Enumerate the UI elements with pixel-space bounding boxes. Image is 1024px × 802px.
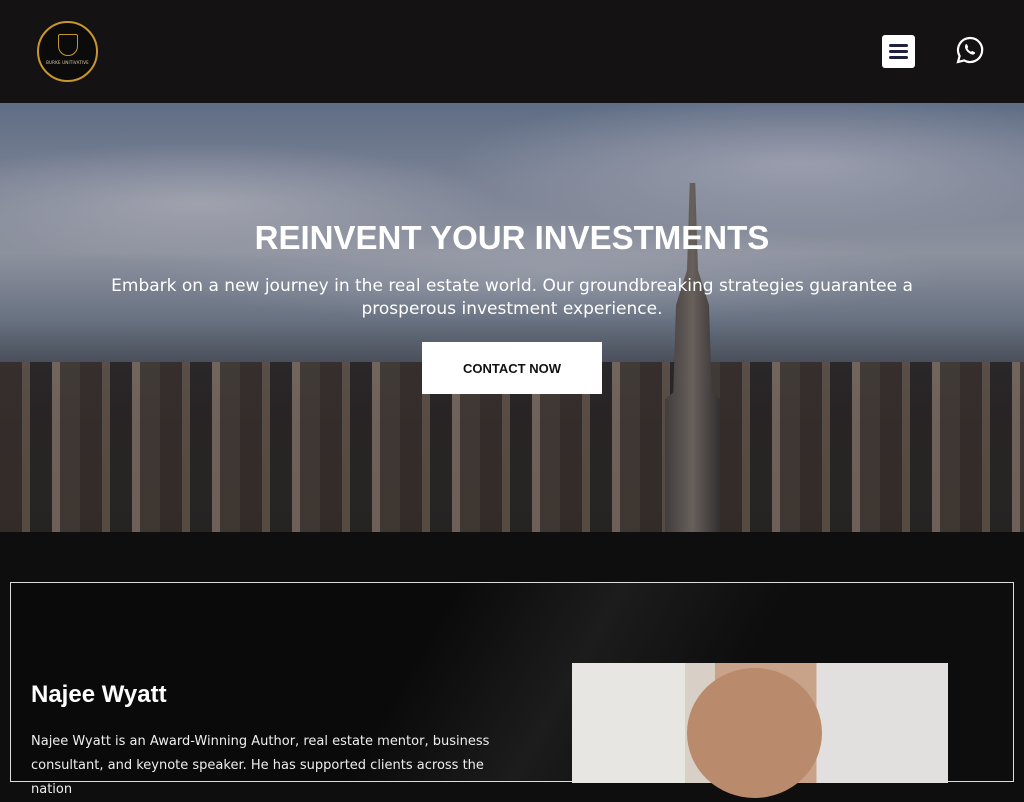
crest-icon <box>57 34 78 56</box>
logo[interactable]: BURKE UNITIVATIVE <box>37 21 98 82</box>
menu-button[interactable] <box>882 35 915 68</box>
about-bio: Najee Wyatt is an Award-Winning Author, … <box>31 734 490 797</box>
logo-text: BURKE UNITIVATIVE <box>46 60 89 65</box>
whatsapp-icon[interactable] <box>955 35 985 65</box>
portrait <box>687 668 822 798</box>
about-name: Najee Wyatt <box>31 681 167 708</box>
hamburger-line <box>889 50 908 53</box>
hamburger-icon <box>889 44 908 47</box>
hero-subtitle: Embark on a new journey in the real esta… <box>111 276 913 319</box>
site-header: BURKE UNITIVATIVE <box>0 0 1024 103</box>
about-section: Najee Wyatt Najee Wyatt is an Award-Winn… <box>10 582 1014 798</box>
hamburger-line <box>889 56 908 59</box>
contact-now-button[interactable]: CONTACT NOW <box>422 342 602 394</box>
hero-section: REINVENT YOUR INVESTMENTS Embark on a ne… <box>0 103 1024 532</box>
profile-photo <box>572 663 948 798</box>
hero-title: REINVENT YOUR INVESTMENTS <box>254 219 770 256</box>
